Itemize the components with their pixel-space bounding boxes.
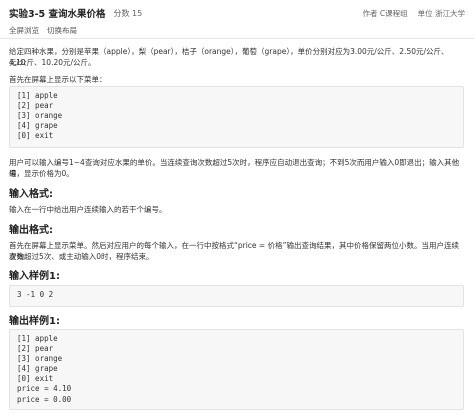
fullscreen-button[interactable]: 全屏浏览	[9, 25, 39, 36]
code-line: [4] grape	[17, 121, 58, 131]
input-format-text: 输入在一行中给出用户连续输入的若干个编号。	[9, 205, 167, 214]
problem-meta: 作者 C课程组 单位 浙江大学	[362, 8, 465, 19]
output-format-heading: 输出格式:	[9, 225, 53, 236]
unit-label: 单位 浙江大学	[417, 8, 465, 18]
header-divider	[0, 38, 474, 39]
output-format-line-2: 次数超过5次、或主动输入0时，程序结束。	[9, 252, 154, 261]
code-line: [1] apple	[17, 334, 58, 343]
code-line: [4] grape	[17, 364, 58, 374]
code-line: [0] exit	[17, 374, 54, 384]
author-label: 作者 C课程组	[362, 8, 408, 18]
problem-score: 分数 15	[113, 8, 143, 18]
sample-output-code-block: [1] apple [2] pear [3] orange [4] grape [0] …	[9, 329, 464, 410]
menu-code-block: [1] apple [2] pear [3] orange [4] grape [0] …	[9, 86, 464, 148]
problem-title: 实验3-5 查询水果价格	[9, 9, 106, 20]
problem-header: 实验3-5 查询水果价格 分数 15 作者 C课程组 单位 浙江大学	[9, 6, 465, 21]
menu-intro: 首先在屏幕上显示以下菜单：	[9, 75, 107, 84]
switch-layout-button[interactable]: 切换布局	[47, 25, 77, 36]
view-actions: 全屏浏览 切换布局	[9, 25, 77, 36]
code-line: 3 -1 0 2	[17, 290, 54, 299]
code-line: [2] pear	[17, 101, 54, 111]
code-line: [1] apple	[17, 91, 58, 100]
code-line: price = 0.00	[17, 394, 72, 404]
input-format-heading: 输入格式:	[9, 189, 53, 200]
description-line-2: 元/公斤、10.20元/公斤。	[9, 58, 96, 67]
sample-input-code-block: 3 -1 0 2	[9, 285, 464, 307]
code-line: [3] orange	[17, 354, 63, 364]
code-line: [2] pear	[17, 344, 54, 354]
code-line: price = 4.10	[17, 384, 72, 394]
sample-input-heading: 输入样例1:	[9, 271, 60, 282]
rule-line-2: 号，显示价格为0。	[9, 169, 74, 178]
code-line: [3] orange	[17, 111, 63, 121]
code-line: [0] exit	[17, 131, 54, 141]
sample-output-heading: 输出样例1:	[9, 316, 60, 327]
